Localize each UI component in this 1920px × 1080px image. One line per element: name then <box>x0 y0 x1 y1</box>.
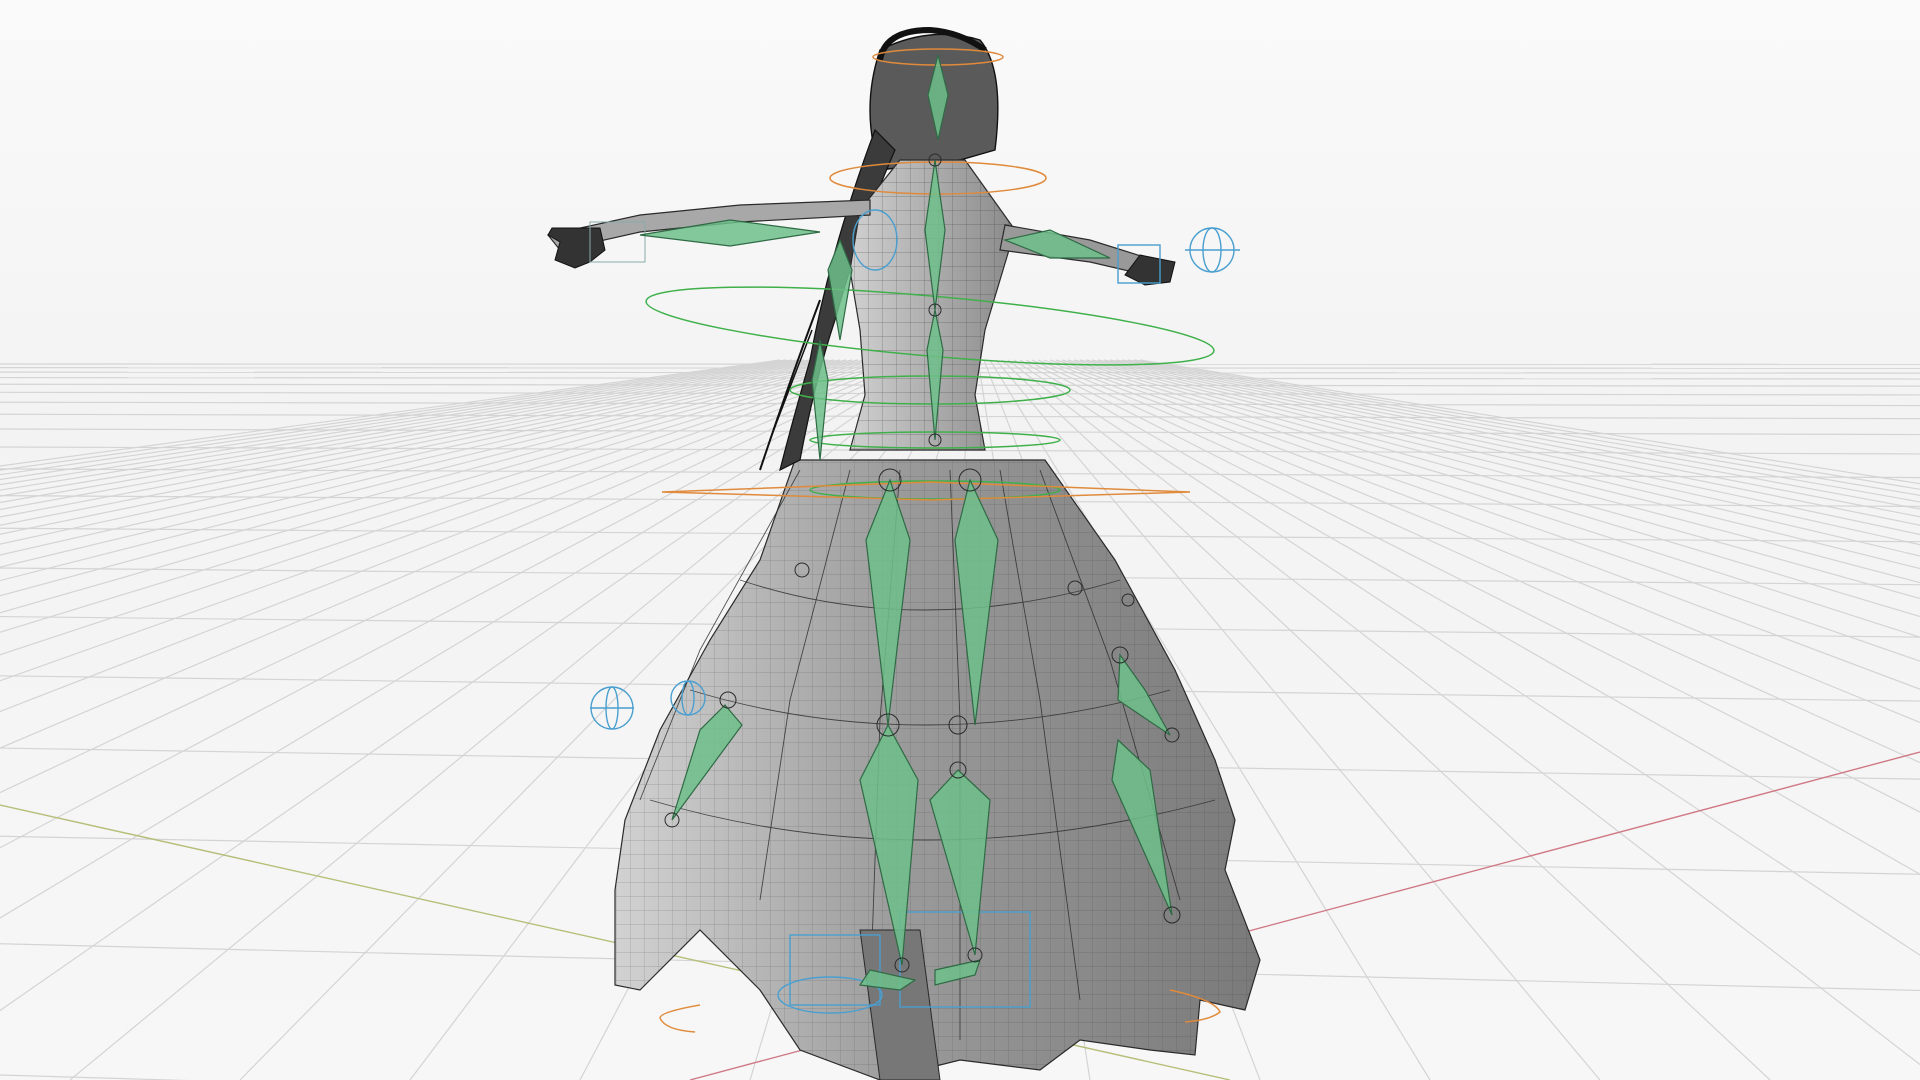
3d-viewport[interactable] <box>0 0 1920 1080</box>
scene[interactable] <box>0 0 1920 1080</box>
